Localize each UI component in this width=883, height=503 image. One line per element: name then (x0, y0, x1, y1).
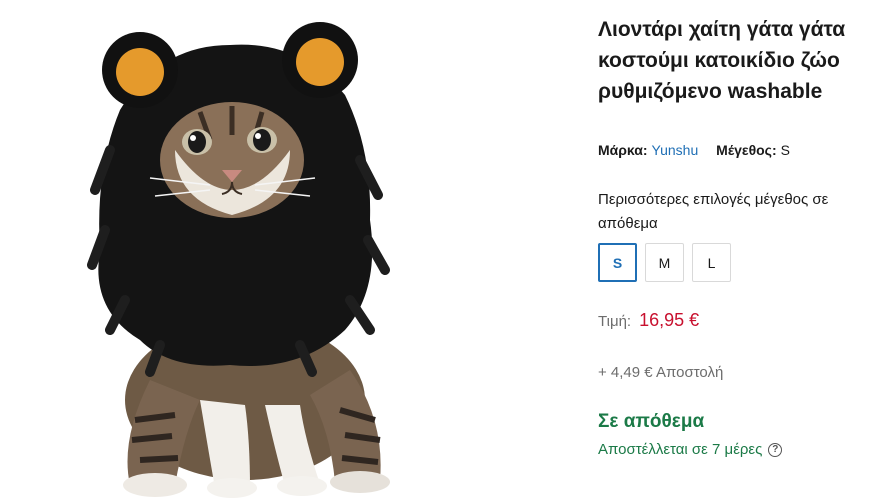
question-circle-icon[interactable]: ? (768, 442, 783, 457)
product-title: Λιοντάρι χαίτη γάτα γάτα κοστούμι κατοικ… (598, 18, 846, 103)
size-option-s[interactable]: S (598, 243, 637, 282)
product-info-panel: Λιοντάρι χαίτη γάτα γάτα κοστούμι κατοικ… (598, 0, 883, 503)
more-sizes-heading: Περισσότερες επιλογές μέγεθος σε απόθεμα (598, 191, 829, 232)
shipping-cost: + 4,49 € Αποστολή (598, 364, 724, 381)
price-label: Τιμή: (598, 313, 632, 330)
price-row: Τιμή: 16,95 € (598, 310, 699, 331)
brand-label: Μάρκα: (598, 142, 648, 158)
cat-lion-costume-image (87, 22, 390, 498)
size-value: S (780, 142, 790, 158)
product-image[interactable] (0, 0, 590, 503)
price-value: 16,95 € (639, 310, 700, 330)
product-meta: Μάρκα: Yunshu Μέγεθος: S (598, 142, 790, 158)
size-option-l[interactable]: L (692, 243, 731, 282)
stock-status: Σε απόθεμα (598, 411, 705, 432)
size-label: Μέγεθος: (716, 142, 777, 158)
brand-link[interactable]: Yunshu (652, 142, 699, 158)
delivery-text: Αποστέλλεται σε 7 μέρες (598, 441, 763, 458)
size-selector: S M L (598, 243, 731, 282)
delivery-info: Αποστέλλεται σε 7 μέρες ? (598, 441, 783, 458)
size-option-m[interactable]: M (645, 243, 684, 282)
